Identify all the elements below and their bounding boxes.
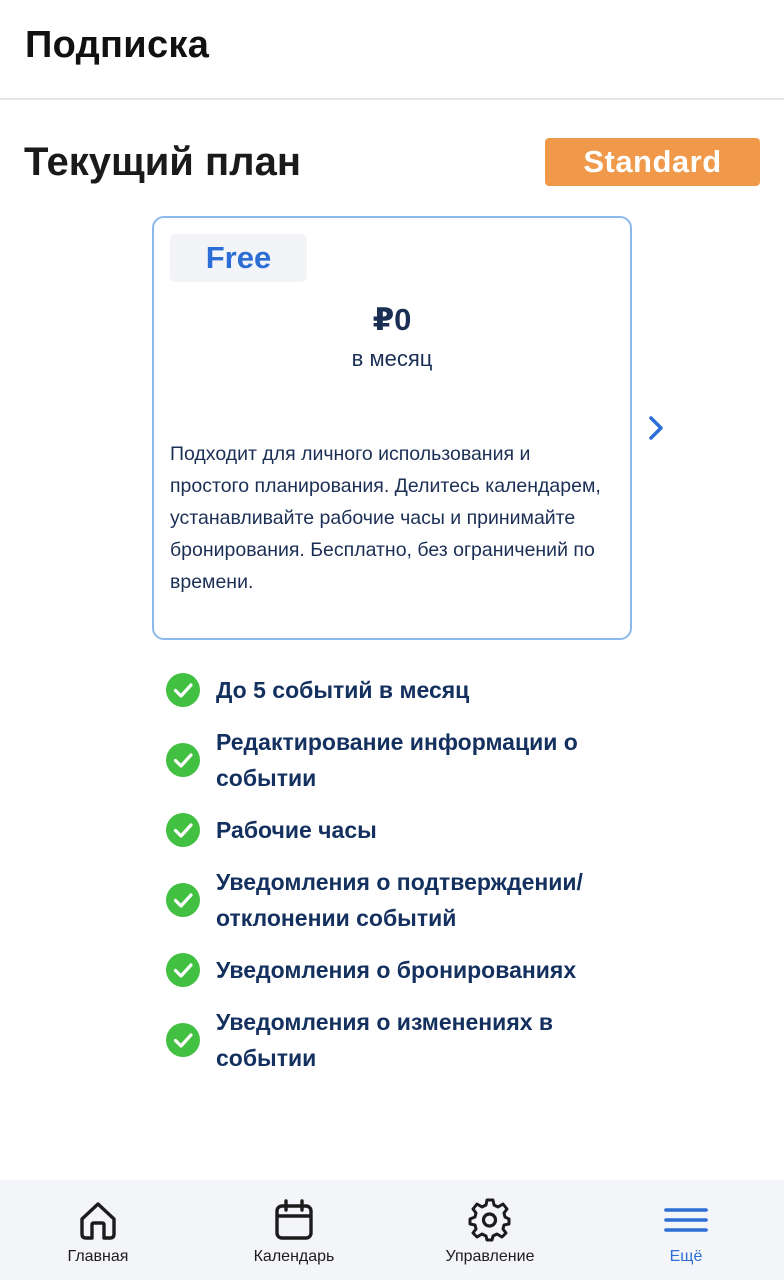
feature-label: Редактирование информации о событии <box>216 729 578 791</box>
gear-icon <box>468 1198 511 1242</box>
nav-label: Управление <box>445 1248 535 1265</box>
nav-label: Календарь <box>253 1248 335 1265</box>
subscription-screen: Подписка Текущий план Standard Free ₽0 в… <box>0 0 784 1280</box>
current-plan-heading: Текущий план <box>24 140 301 184</box>
nav-item-more[interactable]: Ещё <box>588 1180 784 1280</box>
feature-label: Уведомления о изменениях в событии <box>216 1009 554 1071</box>
feature-item: Редактирование информации о событии <box>166 724 626 796</box>
check-circle-icon <box>166 743 200 777</box>
feature-label: Уведомления о подтверждении/ отклонении … <box>216 869 583 931</box>
menu-icon <box>664 1208 708 1232</box>
bottom-nav: Главная Календарь Управление Ещё <box>0 1180 784 1280</box>
feature-item: Рабочие часы <box>166 812 626 848</box>
check-circle-icon <box>166 953 200 987</box>
nav-item-management[interactable]: Управление <box>392 1180 588 1280</box>
feature-label: Уведомления о бронированиях <box>216 957 577 983</box>
feature-item: Уведомления о изменениях в событии <box>166 1004 626 1076</box>
nav-label: Ещё <box>669 1248 703 1265</box>
feature-item: До 5 событий в месяц <box>166 672 626 708</box>
next-plan-button[interactable] <box>640 410 672 446</box>
nav-item-home[interactable]: Главная <box>0 1180 196 1280</box>
app-header: Подписка <box>0 0 784 100</box>
plan-description: Подходит для личного использования и про… <box>170 443 601 593</box>
feature-label: До 5 событий в месяц <box>216 677 470 703</box>
plan-name: Free <box>170 234 307 282</box>
page-title: Подписка <box>25 24 210 66</box>
calendar-icon <box>275 1199 313 1240</box>
plan-price: ₽0 <box>372 302 412 337</box>
plan-card[interactable]: Free ₽0 в месяц Подходит для личного исп… <box>152 216 632 640</box>
feature-label: Рабочие часы <box>216 817 377 843</box>
chevron-right-icon <box>649 416 663 440</box>
plan-period: в месяц <box>351 346 433 371</box>
check-circle-icon <box>166 1023 200 1057</box>
nav-label: Главная <box>67 1248 129 1265</box>
nav-item-calendar[interactable]: Календарь <box>196 1180 392 1280</box>
current-plan-badge: Standard <box>545 138 760 186</box>
feature-item: Уведомления о бронированиях <box>166 952 626 988</box>
check-circle-icon <box>166 813 200 847</box>
home-icon <box>80 1202 116 1240</box>
check-circle-icon <box>166 673 200 707</box>
check-circle-icon <box>166 883 200 917</box>
feature-item: Уведомления о подтверждении/ отклонении … <box>166 864 626 936</box>
